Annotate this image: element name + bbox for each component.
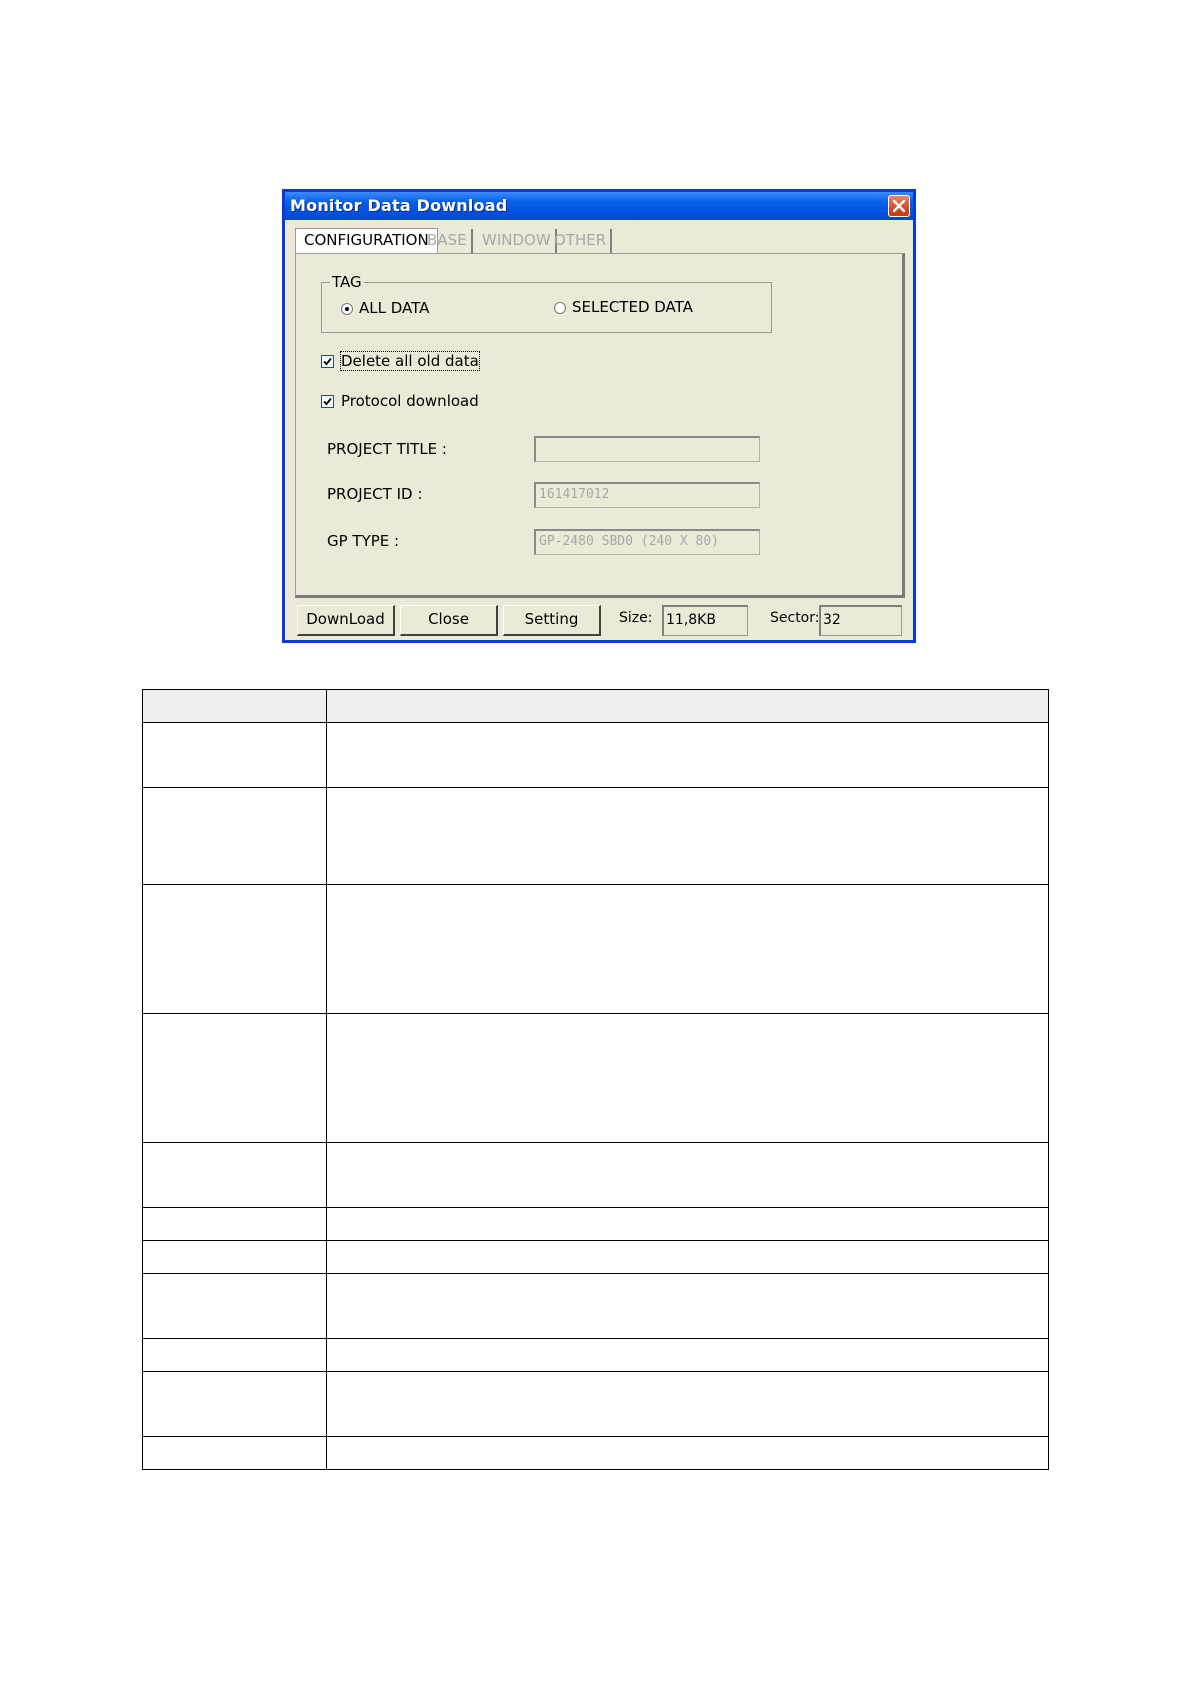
table-cell bbox=[326, 787, 1049, 885]
table-cell bbox=[142, 1371, 327, 1437]
table-cell bbox=[326, 1142, 1049, 1208]
dialog-title: Monitor Data Download bbox=[290, 196, 508, 215]
all-data-radio[interactable] bbox=[341, 303, 353, 315]
tab-window[interactable]: WINDOW bbox=[478, 229, 557, 253]
table-row bbox=[142, 1142, 1049, 1208]
table-cell bbox=[142, 884, 327, 1014]
size-label: Size: bbox=[619, 610, 653, 626]
checkmark-icon bbox=[323, 357, 332, 366]
table-cell bbox=[326, 1371, 1049, 1437]
table-cell bbox=[142, 1436, 327, 1470]
tab-other[interactable]: OTHER bbox=[550, 229, 613, 253]
table-cell bbox=[142, 1240, 327, 1274]
gp-type-label: GP TYPE : bbox=[327, 532, 400, 550]
table-cell bbox=[142, 787, 327, 885]
title-bar[interactable]: Monitor Data Download bbox=[285, 192, 913, 220]
table-row bbox=[142, 1013, 1049, 1143]
selected-data-radio[interactable] bbox=[554, 302, 566, 314]
table-cell bbox=[326, 1338, 1049, 1372]
table-cell bbox=[326, 1013, 1049, 1143]
table-cell bbox=[326, 1207, 1049, 1241]
table-row bbox=[142, 722, 1049, 788]
project-title-input[interactable] bbox=[534, 436, 760, 462]
table-cell bbox=[142, 1013, 327, 1143]
table-row bbox=[142, 1436, 1049, 1470]
all-data-label: ALL DATA bbox=[359, 299, 430, 317]
description-table bbox=[142, 689, 1049, 1470]
table-row bbox=[142, 884, 1049, 1014]
table-cell bbox=[326, 884, 1049, 1014]
table-cell bbox=[326, 1240, 1049, 1274]
tab-configuration[interactable]: CONFIGURATION bbox=[295, 228, 438, 254]
close-button[interactable]: Close bbox=[400, 605, 498, 636]
selected-data-label: SELECTED DATA bbox=[572, 298, 693, 316]
table-cell bbox=[142, 722, 327, 788]
table-header-cell bbox=[326, 689, 1049, 723]
protocol-download-label[interactable]: Protocol download bbox=[341, 392, 479, 410]
protocol-download-checkbox[interactable] bbox=[321, 395, 334, 408]
size-value: 11,8KB bbox=[662, 605, 748, 636]
table-cell bbox=[142, 1338, 327, 1372]
table-cell bbox=[142, 1207, 327, 1241]
table-row bbox=[142, 1207, 1049, 1241]
delete-old-data-label[interactable]: Delete all old data bbox=[340, 351, 480, 371]
sector-value: 32 bbox=[819, 605, 902, 636]
table-cell bbox=[326, 722, 1049, 788]
table-row bbox=[142, 1240, 1049, 1274]
tab-base[interactable]: BASE bbox=[423, 229, 473, 253]
setting-button[interactable]: Setting bbox=[503, 605, 601, 636]
tag-groupbox: TAG ALL DATA SELECTED DATA bbox=[321, 273, 772, 333]
sector-label: Sector: bbox=[770, 610, 820, 626]
project-id-label: PROJECT ID : bbox=[327, 485, 423, 503]
table-cell bbox=[142, 1142, 327, 1208]
table-row bbox=[142, 1371, 1049, 1437]
table-cell bbox=[326, 1436, 1049, 1470]
download-button[interactable]: DownLoad bbox=[297, 605, 395, 636]
bottom-bar: DownLoad Close Setting Size: 11,8KB Sect… bbox=[295, 605, 905, 639]
tag-group-label: TAG bbox=[330, 273, 364, 291]
project-id-input[interactable]: 161417012 bbox=[534, 482, 760, 508]
configuration-panel: TAG ALL DATA SELECTED DATA Delete all ol… bbox=[295, 253, 905, 598]
gp-type-input[interactable]: GP-2480 SBD0 (240 X 80) bbox=[534, 529, 760, 555]
table-row bbox=[142, 1338, 1049, 1372]
table-row bbox=[142, 787, 1049, 885]
table-row bbox=[142, 1273, 1049, 1339]
table-cell bbox=[142, 1273, 327, 1339]
close-window-button[interactable] bbox=[888, 195, 910, 217]
table-header-row bbox=[142, 689, 1049, 723]
table-cell bbox=[326, 1273, 1049, 1339]
checkmark-icon bbox=[323, 397, 332, 406]
delete-old-data-checkbox[interactable] bbox=[321, 355, 334, 368]
project-title-label: PROJECT TITLE : bbox=[327, 440, 447, 458]
close-icon bbox=[892, 199, 906, 213]
monitor-data-download-dialog: Monitor Data Download CONFIGURATION BASE… bbox=[282, 189, 916, 643]
table-header-cell bbox=[142, 689, 327, 723]
